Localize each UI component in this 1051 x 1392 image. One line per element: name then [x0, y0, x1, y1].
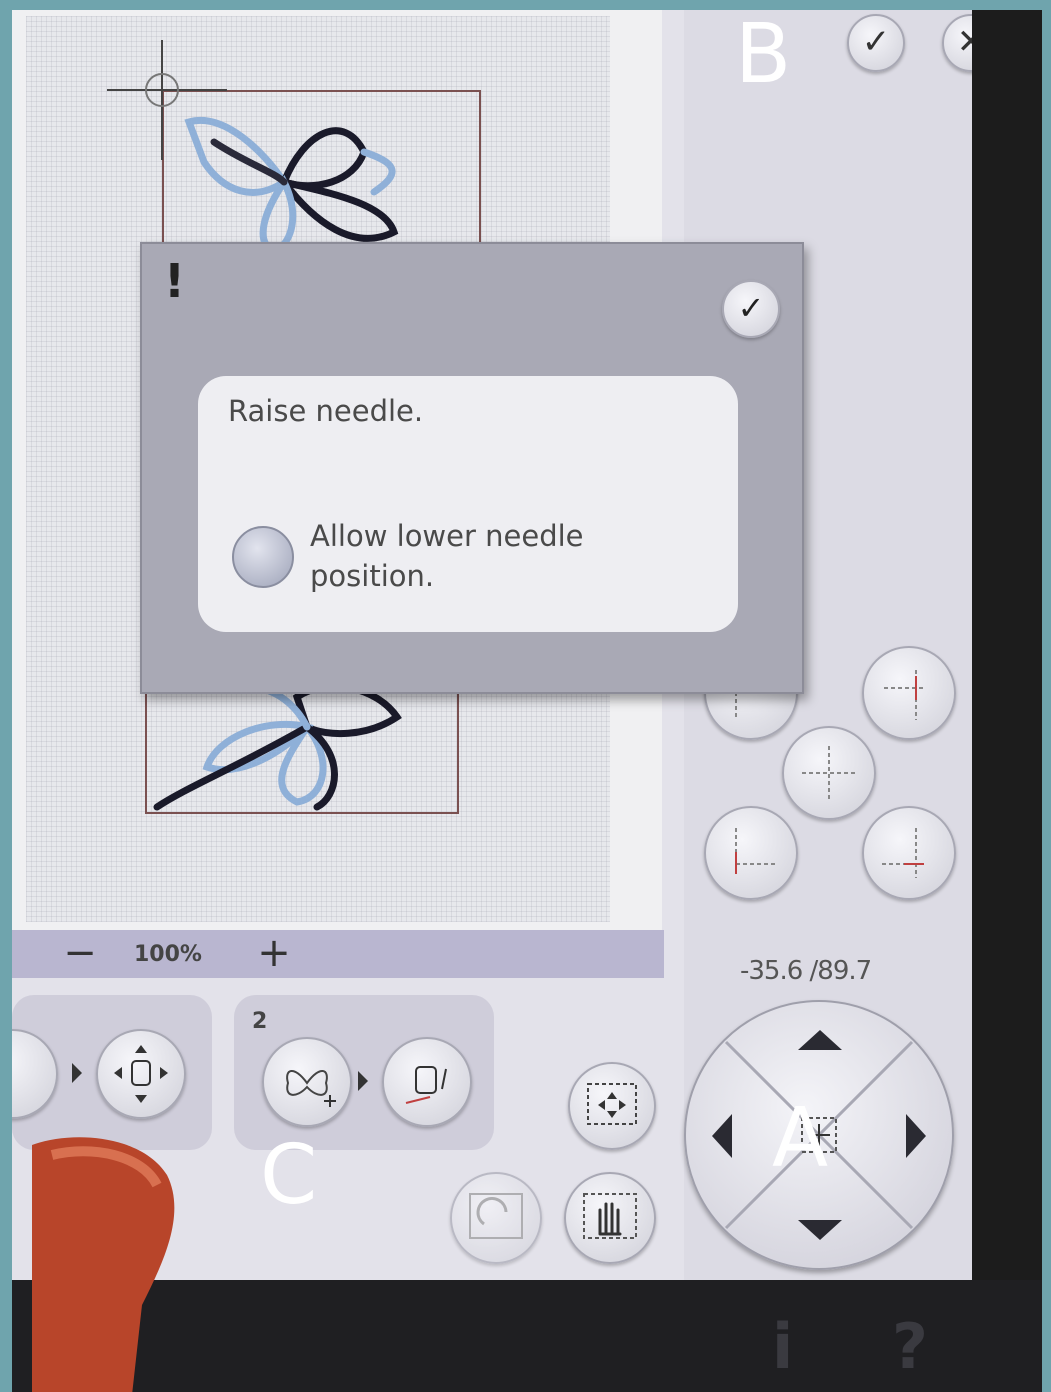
design-frame-bottom[interactable] — [145, 675, 459, 814]
rotate-icon — [469, 1193, 523, 1239]
center-cross-icon — [802, 746, 856, 800]
confirm-button[interactable]: ✓ — [847, 14, 905, 72]
annotation-letter-c: C — [260, 1128, 318, 1223]
crosshair-icon — [107, 40, 227, 160]
align-corner-icon — [405, 1066, 447, 1104]
help-icon[interactable]: ? — [892, 1310, 928, 1383]
zoom-in-button[interactable]: + — [252, 932, 296, 976]
position-top-right-button[interactable] — [862, 646, 956, 740]
dialog-message: Raise needle. — [228, 394, 424, 428]
embroidery-ui: − 100% + ✓ ✕ -35.6 /89.7 2 ! ✓ Raise nee… — [12, 10, 972, 1280]
chevron-right-icon — [358, 1071, 368, 1091]
rotate-button[interactable] — [450, 1172, 542, 1264]
annotation-letter-a: A — [772, 1091, 829, 1186]
finger-photo — [32, 1137, 175, 1392]
chevron-right-icon — [72, 1063, 82, 1083]
group-number: 2 — [252, 1009, 268, 1034]
position-bottom-right-button[interactable] — [862, 806, 956, 900]
fit-to-hoop-button[interactable] — [568, 1062, 656, 1150]
function-group-2: 2 — [234, 995, 494, 1150]
alert-dialog: ! ✓ Raise needle. Allow lower needle pos… — [140, 242, 804, 694]
move-design-button[interactable] — [96, 1029, 186, 1119]
corner-bottom-right-icon — [882, 828, 924, 878]
allow-lower-needle-label: Allow lower needle position. — [310, 519, 584, 593]
annotation-letter-b: B — [735, 7, 792, 102]
butterfly-icon — [286, 1070, 336, 1107]
move-down-button[interactable] — [798, 1220, 842, 1240]
move-up-button[interactable] — [798, 1030, 842, 1050]
machine-screen: − 100% + ✓ ✕ -35.6 /89.7 2 ! ✓ Raise nee… — [12, 10, 1042, 1392]
move-arrows-icon — [114, 1045, 168, 1103]
align-design-button[interactable] — [382, 1037, 472, 1127]
function-group-1 — [12, 995, 212, 1150]
zoom-bar: − 100% + — [12, 930, 664, 978]
position-center-button[interactable] — [782, 726, 876, 820]
corner-top-right-icon — [884, 670, 926, 720]
flower-design-icon — [153, 683, 402, 811]
move-right-button[interactable] — [906, 1114, 926, 1158]
pan-hand-button[interactable] — [564, 1172, 656, 1264]
move-in-frame-icon — [587, 1083, 637, 1125]
hand-icon — [583, 1193, 637, 1239]
warning-icon: ! — [164, 254, 185, 308]
info-icon[interactable]: i — [772, 1310, 793, 1383]
zoom-out-button[interactable]: − — [58, 932, 102, 976]
zoom-level: 100% — [134, 942, 202, 967]
corner-bottom-left-icon — [735, 828, 778, 874]
dialog-ok-button[interactable]: ✓ — [722, 280, 780, 338]
select-design-button[interactable] — [262, 1037, 352, 1127]
move-left-button[interactable] — [712, 1114, 732, 1158]
position-bottom-left-button[interactable] — [704, 806, 798, 900]
position-readout: -35.6 /89.7 — [740, 956, 872, 986]
dialog-body: Raise needle. Allow lower needle positio… — [198, 376, 738, 632]
group1-partial-button[interactable] — [12, 1029, 58, 1119]
allow-lower-needle-toggle[interactable] — [232, 526, 294, 588]
